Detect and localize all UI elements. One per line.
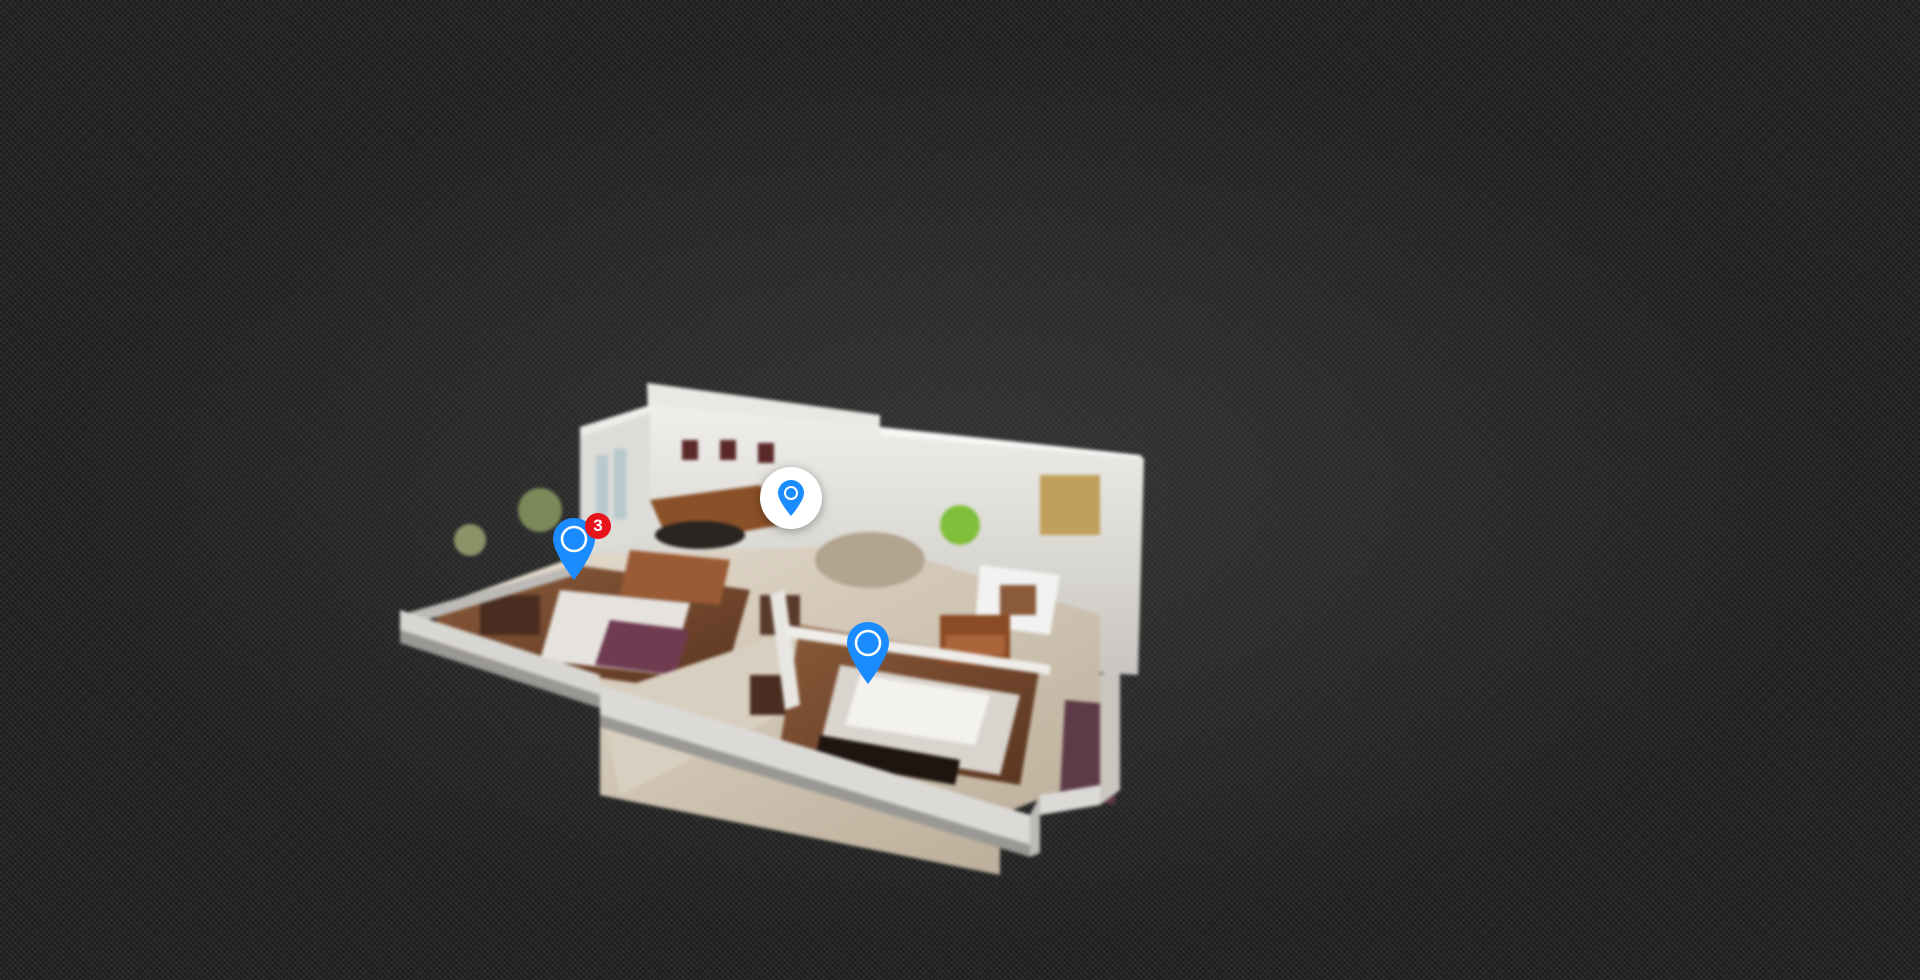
map-pin-icon — [847, 622, 889, 684]
notification-badge: 3 — [585, 513, 611, 539]
hotspot-pin-master-bedroom[interactable] — [845, 620, 891, 686]
hotspot-pin-living-room-active[interactable] — [760, 467, 822, 529]
floorplan-3d-model[interactable] — [400, 375, 1160, 875]
map-pin-icon — [778, 480, 804, 516]
3d-model-viewport[interactable]: 3 — [0, 0, 1920, 980]
hotspot-pin-bedroom-left[interactable]: 3 — [551, 513, 611, 582]
